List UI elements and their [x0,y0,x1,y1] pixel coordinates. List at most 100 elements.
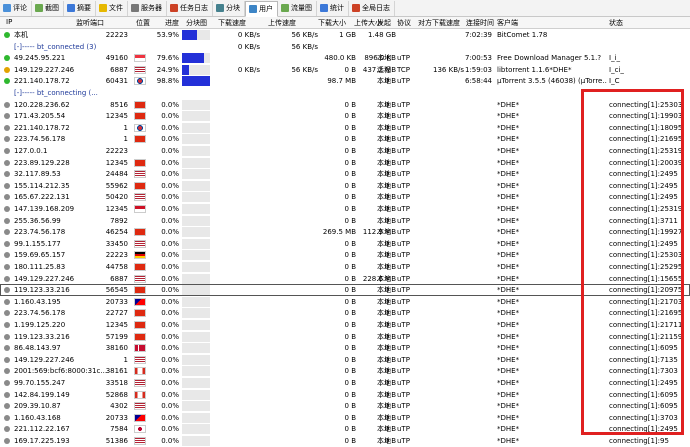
cell-port: 60431 [105,77,128,86]
column-header-9[interactable]: 发起 [377,18,391,28]
cell-initiator: 远程 [377,65,391,74]
tab-global-log[interactable]: 全局日志 [349,0,395,16]
pieces-bar [182,238,210,249]
country-flag-icon [134,158,146,167]
cell-progress: 0.0% [161,205,179,213]
status-dot-icon [4,298,10,305]
pieces-bar [182,401,210,412]
cell-progress: 0.0% [161,297,179,306]
country-flag-icon [134,355,146,364]
group-row[interactable]: [-]----- bt_connected (3) 0 KB/s 56 KB/s [0,41,690,53]
cell-proto: uTP [397,228,410,237]
status-dot-icon [4,414,10,421]
column-header-2[interactable]: 位置 [136,18,150,28]
pieces-bar [182,412,210,423]
cell-dl-speed: 0 KB/s [237,65,260,74]
column-header-10[interactable]: 协议 [397,18,411,28]
cell-port: 38161 [105,367,128,376]
column-header-3[interactable]: 进度 [165,18,179,28]
cell-progress: 98.8% [156,77,179,86]
tab-users[interactable]: 用户 [245,1,278,17]
cell-initiator: 本地 [377,367,391,376]
comment-icon [3,4,11,12]
cell-port: 20733 [105,297,128,306]
cell-port: 33450 [105,239,128,248]
pieces-bar [182,273,210,284]
cell-progress: 0.0% [161,181,179,190]
cell-progress: 0.0% [161,379,179,387]
stats-icon [320,4,328,12]
cell-progress: 0.0% [161,112,179,121]
tab-traffic[interactable]: 流量图 [278,0,317,16]
status-dot-icon [4,32,10,38]
country-flag-icon [134,425,146,434]
pieces-bar [182,64,210,75]
tab-stats[interactable]: 统计 [317,0,349,16]
table-row[interactable]: 本机 22223 53.9% 0 KB/s 56 KB/s 1 GB 1.48 GB 7:02… [0,29,690,41]
cell-port: 1 [123,123,128,132]
country-flag-icon [134,54,146,63]
pieces-bar [182,169,210,180]
cell-client: Free Download Manager 5.1.? [497,54,602,63]
column-header-13[interactable]: 客户端 [497,18,518,28]
column-header-14[interactable]: 状态 [609,18,623,28]
column-header-0[interactable]: IP [6,18,12,26]
pieces-bar [182,157,210,168]
column-header-5[interactable]: 下载速度 [218,18,246,28]
cell-ip: [-]----- bt_connected (3) [14,42,97,51]
column-header-4[interactable]: 分块图 [186,18,207,28]
cell-initiator: 本地 [377,170,391,179]
cell-port: 20733 [105,413,128,422]
country-flag-icon [134,65,146,74]
column-header-11[interactable]: 对方下载速度 [418,18,460,28]
status-dot-icon [4,426,10,433]
tab-pieces[interactable]: 分块 [213,0,245,16]
tab-screenshot[interactable]: 截图 [32,0,64,16]
tab-summary[interactable]: 摘要 [64,0,96,16]
cell-port: 52868 [105,390,128,399]
table-row[interactable]: 149.129.227.246 6887 24.9% 0 KB/s 56 KB/s 0 B… [0,64,690,76]
file-icon [99,4,107,12]
pieces-bar [182,250,210,261]
cell-progress: 0.0% [161,425,179,434]
cell-port: 12345 [105,205,128,213]
cell-proto: uTP [397,274,410,283]
tab-task-log[interactable]: 任务日志 [167,0,213,16]
status-dot-icon [4,438,10,444]
users-icon [249,5,257,13]
cell-proto: uTP [397,100,410,109]
table-row[interactable]: 169.17.225.193 51386 0.0% 0 B0 B 本地 uTP *DHE* c… [0,435,690,447]
tab-file[interactable]: 文件 [96,0,128,16]
table-row[interactable]: 221.140.178.72 60431 98.8% 98.7 MB 0 B 本地 uTP 6… [0,75,690,87]
status-dot-icon [4,333,10,340]
pieces-bar [182,262,210,272]
column-header-6[interactable]: 上传速度 [268,18,296,28]
tab-server[interactable]: 服务器 [128,0,167,16]
tab-label: 评论 [13,4,27,12]
cell-proto: uTP [397,321,410,329]
cell-progress: 0.0% [161,251,179,260]
column-header-7[interactable]: 下载大小 [318,18,346,28]
status-dot-icon [4,136,10,143]
column-header-1[interactable]: 监听端口 [76,18,104,28]
cell-progress: 0.0% [161,274,179,283]
pieces-bar [182,122,210,133]
pieces-bar [182,389,210,400]
cell-proto: uTP [397,367,410,376]
status-dot-icon [4,240,10,247]
cell-client: BitComet 1.78 [497,31,548,39]
table-row[interactable]: 49.245.95.221 49160 79.6% 480.0 KB 896.0 KB 本… [0,52,690,64]
status-dot-icon [4,101,10,108]
status-dot-icon [4,322,10,328]
cell-port: 24484 [105,170,128,179]
cell-progress: 0.0% [161,158,179,167]
status-dot-icon [4,206,10,212]
cell-proto: uTP [397,205,410,213]
column-header-12[interactable]: 连接时间 [466,18,494,28]
tab-comment[interactable]: 评论 [0,0,32,16]
cell-ip: [-]----- bt_connecting (... [14,89,98,97]
highlight-box [581,89,684,435]
cell-port: 22223 [105,251,128,260]
country-flag-icon [134,321,146,329]
pieces-bar [182,134,210,145]
